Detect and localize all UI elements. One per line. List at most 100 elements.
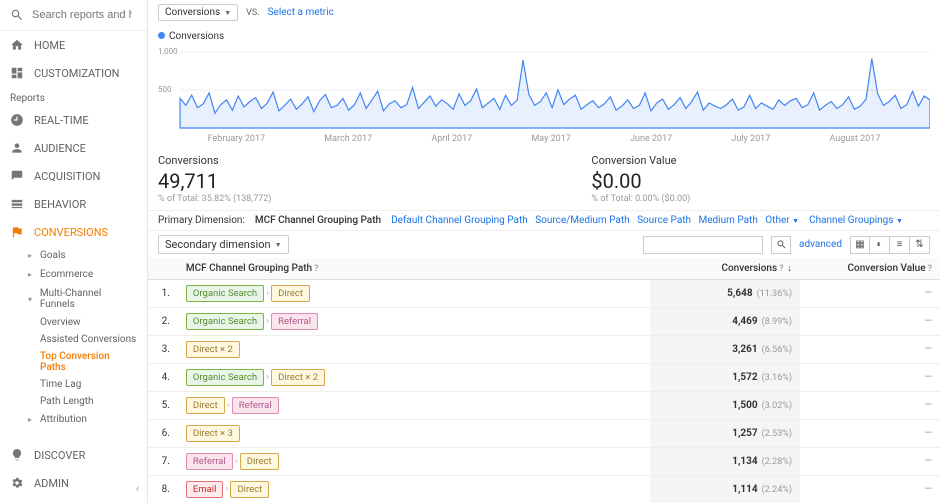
nav-label: CONVERSIONS bbox=[34, 226, 108, 239]
table-row[interactable]: 8.Email›Direct1,114(2.24%)— bbox=[148, 476, 940, 503]
table-row[interactable]: 7.Referral›Direct1,134(2.28%)— bbox=[148, 448, 940, 476]
y-tick: 500 bbox=[158, 85, 172, 94]
collapse-sidebar[interactable]: ‹ bbox=[136, 482, 139, 495]
nav-home[interactable]: HOME bbox=[0, 31, 147, 59]
caret-down-icon: ▼ bbox=[224, 9, 231, 17]
main: Conversions ▼ VS. Select a metric Conver… bbox=[148, 0, 940, 503]
row-conversion-value: — bbox=[800, 420, 940, 448]
legend-label: Conversions bbox=[169, 31, 224, 42]
row-conversions: 1,572(3.16%) bbox=[650, 364, 800, 392]
sub-goals[interactable]: ▸Goals bbox=[0, 246, 147, 265]
channel-chip-referral: Referral bbox=[271, 313, 318, 330]
channel-groupings-dropdown[interactable]: Channel Groupings ▼ bbox=[809, 215, 903, 226]
caret-right-icon: ▸ bbox=[28, 251, 36, 260]
path-arrow-icon: › bbox=[266, 372, 269, 383]
sub-assisted[interactable]: Assisted Conversions bbox=[0, 331, 147, 348]
x-tick: July 2017 bbox=[731, 134, 770, 144]
flag-icon bbox=[10, 225, 24, 239]
acquisition-icon bbox=[10, 169, 24, 183]
search-input[interactable] bbox=[32, 9, 132, 21]
clock-icon bbox=[10, 113, 24, 127]
caret-down-icon: ▼ bbox=[896, 217, 903, 225]
channel-chip-referral: Referral bbox=[232, 397, 279, 414]
conversion-value-total: $0.00 bbox=[591, 169, 690, 193]
table-row[interactable]: 4.Organic Search›Direct × 21,572(3.16%)— bbox=[148, 364, 940, 392]
nav-discover[interactable]: DISCOVER bbox=[0, 441, 147, 469]
help-icon[interactable]: ? bbox=[314, 264, 318, 274]
behavior-icon bbox=[10, 197, 24, 211]
row-path: Direct × 2 bbox=[178, 336, 650, 364]
row-conversions: 1,257(2.53%) bbox=[650, 420, 800, 448]
sub-mcf[interactable]: ▾Multi-Channel Funnels bbox=[0, 284, 147, 314]
controls-row: Secondary dimension ▼ advanced ▦ ◐ ≡ ⇅ bbox=[148, 231, 940, 258]
person-icon bbox=[10, 141, 24, 155]
row-conversion-value: — bbox=[800, 308, 940, 336]
sub-overview[interactable]: Overview bbox=[0, 314, 147, 331]
metric-dropdown[interactable]: Conversions ▼ bbox=[158, 4, 238, 21]
row-conversion-value: — bbox=[800, 448, 940, 476]
row-index: 5. bbox=[148, 392, 178, 420]
nav-customization[interactable]: CUSTOMIZATION bbox=[0, 59, 147, 87]
nav-audience[interactable]: AUDIENCE bbox=[0, 134, 147, 162]
line-chart[interactable]: 1,000 500 bbox=[158, 44, 930, 132]
x-axis-labels: February 2017March 2017April 2017May 201… bbox=[158, 134, 930, 144]
caret-right-icon: ▸ bbox=[28, 270, 36, 279]
nav-conversions[interactable]: CONVERSIONS bbox=[0, 218, 147, 246]
col-conversion-value[interactable]: Conversion Value? bbox=[800, 258, 940, 280]
dimension-bar: Primary Dimension: MCF Channel Grouping … bbox=[148, 210, 940, 231]
row-path: Direct × 3 bbox=[178, 420, 650, 448]
table-row[interactable]: 1.Organic Search›Direct5,648(11.36%)— bbox=[148, 280, 940, 308]
channel-chip-organic: Organic Search bbox=[186, 285, 264, 302]
view-comparison-icon[interactable]: ⇅ bbox=[910, 236, 930, 254]
nav-realtime[interactable]: REAL-TIME bbox=[0, 106, 147, 134]
channel-chip-direct: Direct × 2 bbox=[186, 341, 240, 358]
sub-path-length[interactable]: Path Length bbox=[0, 393, 147, 410]
row-index: 2. bbox=[148, 308, 178, 336]
table-row[interactable]: 5.Direct›Referral1,500(3.02%)— bbox=[148, 392, 940, 420]
sub-attribution[interactable]: ▸Attribution bbox=[0, 410, 147, 429]
chart-area: Conversions 1,000 500 February 2017March… bbox=[148, 25, 940, 144]
primary-dimension-value: MCF Channel Grouping Path bbox=[255, 215, 381, 226]
row-path: Organic Search›Referral bbox=[178, 308, 650, 336]
x-tick: April 2017 bbox=[431, 134, 472, 144]
help-icon[interactable]: ? bbox=[779, 264, 783, 274]
col-conversions[interactable]: Conversions?↓ bbox=[650, 258, 800, 280]
x-tick: May 2017 bbox=[531, 134, 570, 144]
nav-acquisition[interactable]: ACQUISITION bbox=[0, 162, 147, 190]
table-search-button[interactable] bbox=[771, 236, 791, 254]
dim-link[interactable]: Default Channel Grouping Path bbox=[391, 215, 528, 226]
nav-admin[interactable]: ADMIN bbox=[0, 469, 147, 497]
view-performance-icon[interactable]: ≡ bbox=[890, 236, 910, 254]
col-path[interactable]: MCF Channel Grouping Path? bbox=[178, 258, 650, 280]
path-arrow-icon: › bbox=[266, 288, 269, 299]
table-row[interactable]: 3.Direct × 23,261(6.56%)— bbox=[148, 336, 940, 364]
dim-link[interactable]: Other ▼ bbox=[765, 215, 799, 226]
table-row[interactable]: 6.Direct × 31,257(2.53%)— bbox=[148, 420, 940, 448]
sub-top-paths[interactable]: Top Conversion Paths bbox=[0, 348, 147, 376]
dim-link[interactable]: Medium Path bbox=[699, 215, 758, 226]
reports-label: Reports bbox=[0, 87, 147, 106]
dim-link[interactable]: Source Path bbox=[637, 215, 691, 226]
row-conversion-value: — bbox=[800, 476, 940, 503]
channel-chip-organic: Organic Search bbox=[186, 369, 264, 386]
dim-link[interactable]: Source/Medium Path bbox=[535, 215, 629, 226]
secondary-dimension-dropdown[interactable]: Secondary dimension ▼ bbox=[158, 235, 289, 254]
row-conversion-value: — bbox=[800, 364, 940, 392]
sub-time-lag[interactable]: Time Lag bbox=[0, 376, 147, 393]
row-conversions: 1,500(3.02%) bbox=[650, 392, 800, 420]
help-icon[interactable]: ? bbox=[928, 264, 932, 274]
row-index: 7. bbox=[148, 448, 178, 476]
table-search-input[interactable] bbox=[643, 236, 763, 254]
search-row[interactable] bbox=[0, 0, 147, 31]
nav-behavior[interactable]: BEHAVIOR bbox=[0, 190, 147, 218]
row-index: 3. bbox=[148, 336, 178, 364]
x-tick: March 2017 bbox=[324, 134, 372, 144]
channel-chip-referral: Referral bbox=[186, 453, 233, 470]
sub-ecommerce[interactable]: ▸Ecommerce bbox=[0, 265, 147, 284]
view-data-table-icon[interactable]: ▦ bbox=[850, 236, 870, 254]
select-metric-link[interactable]: Select a metric bbox=[268, 7, 334, 18]
x-tick: June 2017 bbox=[630, 134, 672, 144]
advanced-link[interactable]: advanced bbox=[799, 239, 842, 250]
view-percentage-icon[interactable]: ◐ bbox=[870, 236, 890, 254]
table-row[interactable]: 2.Organic Search›Referral4,469(8.99%)— bbox=[148, 308, 940, 336]
